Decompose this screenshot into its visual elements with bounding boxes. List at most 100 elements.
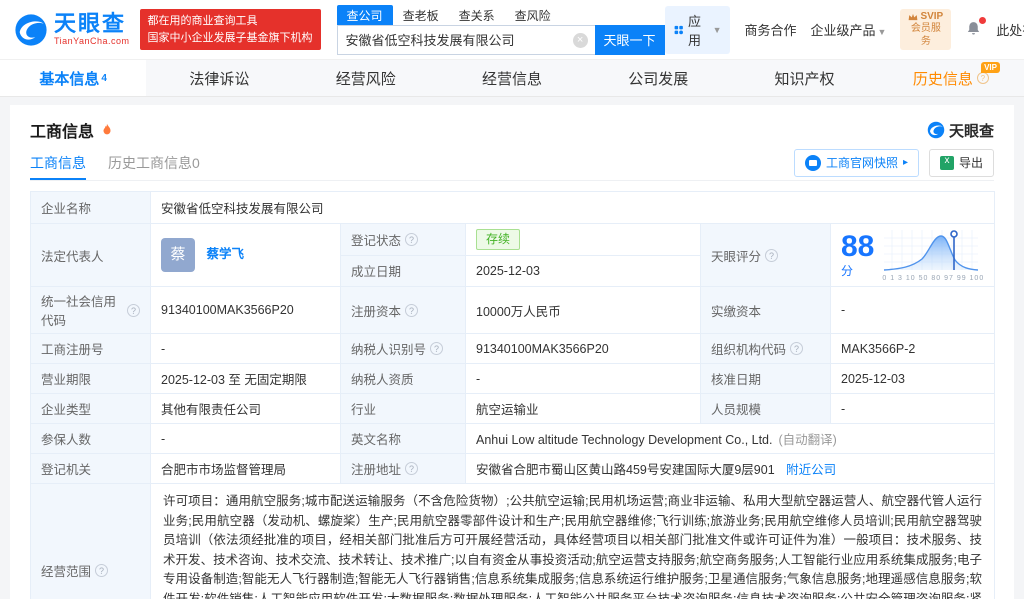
field-taxpayer-quality-label: 纳税人资质	[340, 363, 466, 394]
table-row: 企业名称 安徽省低空科技发展有限公司	[30, 191, 995, 224]
help-icon[interactable]: ?	[405, 232, 419, 246]
tab-intellectual-property[interactable]: 知识产权	[731, 60, 877, 96]
tab-operating-risk[interactable]: 经营风险	[293, 60, 439, 96]
official-snapshot-button[interactable]: 工商官网快照 ▸	[793, 148, 919, 177]
field-reg-address-value: 安徽省合肥市蜀山区黄山路459号安建国际大厦9层901 附近公司	[465, 453, 995, 484]
help-icon: ?	[976, 72, 989, 84]
search-button[interactable]: 天眼一下	[594, 24, 665, 55]
subtab-history-registration[interactable]: 历史工商信息0	[108, 145, 200, 180]
search-tab-boss[interactable]: 查老板	[393, 5, 449, 27]
field-reg-address-label: 注册地址?	[340, 453, 466, 484]
tianyancha-logo-icon	[927, 121, 945, 139]
tab-business-info[interactable]: 经营信息	[439, 60, 585, 96]
field-legal-rep-label: 法定代表人	[30, 223, 151, 287]
nearby-companies-link[interactable]: 附近公司	[786, 463, 836, 477]
legal-rep-link[interactable]: 蔡学飞	[206, 247, 244, 261]
field-business-term-value: 2025-12-03 至 无固定期限	[150, 363, 341, 394]
field-credit-code-value: 91340100MAK3566P20	[150, 286, 341, 334]
field-industry-value: 航空运输业	[465, 393, 701, 424]
field-taxpayer-id-value: 91340100MAK3566P20	[465, 333, 701, 364]
account-menu[interactable]: 此处有...▼	[996, 20, 1024, 39]
basic-info-count: 4	[101, 72, 107, 84]
help-icon[interactable]: ?	[127, 303, 140, 317]
tianyancha-logo[interactable]: 天眼查 TianYanCha.com	[14, 13, 130, 47]
field-insured-count-label: 参保人数	[30, 423, 151, 454]
search-area: 查公司 查老板 查关系 查风险 × 天眼一下	[336, 4, 665, 55]
score-label: 天眼评分?	[700, 223, 831, 287]
field-english-name-label: 英文名称	[340, 423, 466, 454]
table-row: 法定代表人 蔡 蔡学飞 登记状态? 存续 天眼评分? 88分 0 1 3 10 …	[30, 223, 995, 287]
search-tab-risk[interactable]: 查风险	[505, 5, 561, 27]
search-input[interactable]	[337, 25, 595, 54]
table-row: 统一社会信用代码? 91340100MAK3566P20 注册资本? 10000…	[30, 286, 995, 334]
field-company-type-value: 其他有限责任公司	[150, 393, 341, 424]
field-company-name-value: 安徽省低空科技发展有限公司	[150, 191, 995, 224]
help-icon[interactable]: ?	[95, 563, 109, 577]
field-paid-capital-label: 实缴资本	[700, 286, 831, 334]
field-staff-size-value: -	[830, 393, 995, 424]
business-registration-card: 工商信息 天眼查 工商信息 历史工商信息0 工商官网快照 ▸ 导出	[10, 105, 1014, 599]
auto-translate-note: (自动翻译)	[778, 433, 837, 447]
field-credit-code-label: 统一社会信用代码?	[30, 286, 151, 334]
score-number: 88	[841, 229, 875, 263]
tab-company-development[interactable]: 公司发展	[585, 60, 731, 96]
tianyancha-watermark: 天眼查	[927, 120, 994, 141]
field-reg-capital-label: 注册资本?	[340, 286, 466, 334]
tab-basic-info[interactable]: 基本信息 4	[0, 60, 147, 96]
tab-legal-proceedings[interactable]: 法律诉讼	[146, 60, 292, 96]
notification-bell-icon[interactable]	[965, 16, 987, 40]
help-icon[interactable]: ?	[405, 303, 419, 317]
export-button[interactable]: 导出	[928, 148, 994, 177]
business-cooperation-link[interactable]: 商务合作	[744, 20, 796, 39]
snapshot-icon	[804, 154, 821, 171]
field-company-type-label: 企业类型	[30, 393, 151, 424]
help-icon[interactable]: ?	[430, 342, 444, 355]
score-axis-labels: 0 1 3 10 50 80 97 99 100	[882, 275, 985, 282]
field-org-code-label: 组织机构代码?	[700, 333, 831, 364]
apps-grid-icon	[674, 25, 683, 34]
field-reg-number-label: 工商注册号	[30, 333, 151, 364]
field-reg-capital-value: 10000万人民币	[465, 286, 701, 334]
field-reg-authority-label: 登记机关	[30, 453, 151, 484]
field-taxpayer-quality-value: -	[465, 363, 701, 394]
excel-icon	[939, 155, 954, 170]
table-row: 经营范围? 许可项目：通用航空服务;城市配送运输服务（不含危险货物）;公共航空运…	[30, 483, 995, 599]
registration-info-table: 企业名称 安徽省低空科技发展有限公司 法定代表人 蔡 蔡学飞 登记状态? 存续 …	[30, 191, 995, 599]
field-approval-date-value: 2025-12-03	[830, 363, 995, 394]
field-english-name-value: Anhui Low altitude Technology Developmen…	[465, 423, 995, 454]
table-row: 参保人数 - 英文名称 Anhui Low altitude Technolog…	[30, 423, 995, 454]
chevron-right-icon: ▸	[902, 157, 908, 168]
search-tab-relation[interactable]: 查关系	[449, 5, 505, 27]
table-row: 登记机关 合肥市市场监督管理局 注册地址? 安徽省合肥市蜀山区黄山路459号安建…	[30, 453, 995, 484]
promo-banner: 都在用的商业查询工具 国家中小企业发展子基金旗下机构	[139, 9, 321, 50]
avatar[interactable]: 蔡	[161, 238, 195, 272]
field-business-scope-value: 许可项目：通用航空服务;城市配送运输服务（不含危险货物）;公共航空运输;民用机场…	[150, 483, 995, 599]
tab-history-info[interactable]: 历史信息 ? VIP	[878, 60, 1024, 96]
table-row: 营业期限 2025-12-03 至 无固定期限 纳税人资质 - 核准日期 202…	[30, 363, 995, 394]
field-business-scope-label: 经营范围?	[30, 483, 151, 599]
enterprise-products-link[interactable]: 企业级产品 ▼	[811, 20, 887, 39]
subtab-current-registration[interactable]: 工商信息	[30, 145, 86, 180]
table-row: 企业类型 其他有限责任公司 行业 航空运输业 人员规模 -	[30, 393, 995, 424]
field-staff-size-label: 人员规模	[700, 393, 831, 424]
clear-search-icon[interactable]: ×	[572, 32, 588, 48]
top-header: 天眼查 TianYanCha.com 都在用的商业查询工具 国家中小企业发展子基…	[0, 0, 1024, 60]
field-reg-status-label: 登记状态?	[340, 223, 466, 256]
field-legal-rep-value: 蔡 蔡学飞	[150, 223, 341, 287]
svip-member-button[interactable]: SVIP 会员服务	[900, 8, 952, 51]
field-establish-date-value: 2025-12-03	[465, 254, 701, 287]
field-insured-count-value: -	[150, 423, 341, 454]
apps-menu[interactable]: 应用 ▼	[664, 5, 731, 54]
help-icon[interactable]: ?	[765, 248, 779, 262]
section-title: 工商信息	[30, 124, 95, 141]
field-business-term-label: 营业期限	[30, 363, 151, 394]
table-row: 工商注册号 - 纳税人识别号? 91340100MAK3566P20 组织机构代…	[30, 333, 995, 364]
search-tab-company[interactable]: 查公司	[336, 4, 393, 27]
help-icon[interactable]: ?	[790, 342, 804, 355]
brand-name: 天眼查	[54, 11, 127, 36]
hot-flame-icon	[103, 123, 111, 135]
chevron-down-icon: ▼	[712, 24, 722, 35]
field-reg-number-value: -	[150, 333, 341, 364]
help-icon[interactable]: ?	[405, 462, 419, 475]
search-tabs: 查公司 查老板 查关系 查风险	[336, 4, 561, 27]
